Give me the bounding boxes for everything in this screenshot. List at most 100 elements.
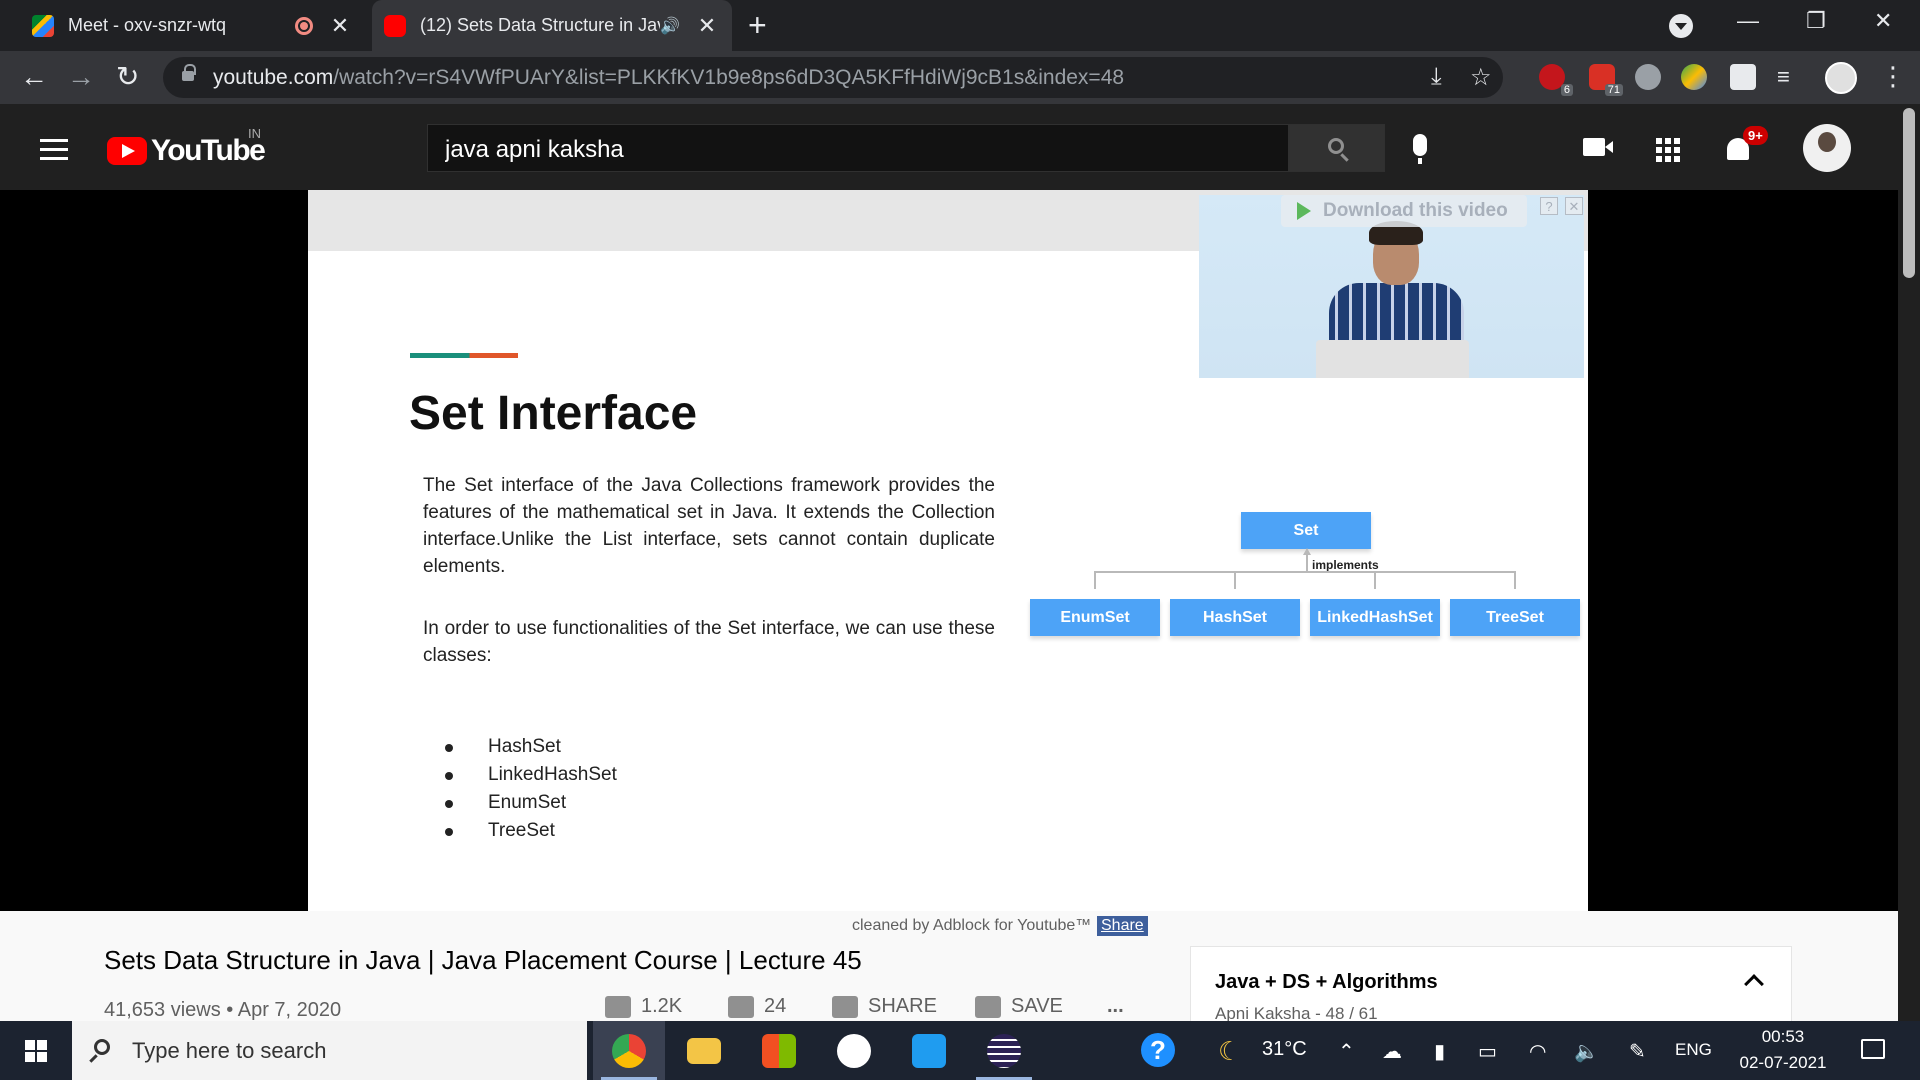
close-tab-icon[interactable]: ✕ — [327, 13, 353, 39]
input-language[interactable]: ENG — [1675, 1040, 1712, 1060]
video-player[interactable]: Set Interface The Set interface of the J… — [0, 190, 1898, 911]
clock-date[interactable]: 02-07-2021 — [1733, 1053, 1833, 1073]
thumbs-down-icon — [728, 995, 754, 1018]
list-item: TreeSet — [445, 817, 617, 845]
pdf-extension-icon[interactable]: 71 — [1589, 64, 1623, 96]
forward-arrow-icon[interactable]: → — [67, 62, 95, 92]
chrome-menu-icon[interactable]: ⋮ — [1880, 61, 1906, 92]
recording-icon — [295, 16, 313, 35]
diagram-node-treeset: TreeSet — [1450, 599, 1580, 636]
download-close-icon[interactable]: ✕ — [1565, 197, 1583, 215]
clock-time[interactable]: 00:53 — [1758, 1027, 1808, 1047]
dislike-button[interactable]: 24 — [728, 995, 786, 1018]
diagram-node-set: Set — [1241, 512, 1371, 549]
youtube-header: YouTube IN 9+ — [0, 104, 1898, 190]
extensions-puzzle-icon[interactable] — [1730, 64, 1756, 90]
color-extension-icon[interactable] — [1681, 64, 1707, 90]
chevron-up-icon[interactable] — [1744, 974, 1764, 994]
save-button[interactable]: SAVE — [975, 995, 1063, 1018]
url-text[interactable]: youtube.com/watch?v=rS4VWfPUArY&list=PLK… — [213, 66, 1124, 90]
vscode-icon — [912, 1033, 946, 1068]
weather-moon-icon[interactable]: ☾ — [1218, 1036, 1241, 1067]
youtube-logo[interactable]: YouTube — [107, 134, 266, 168]
store-taskbar-icon[interactable] — [743, 1021, 815, 1080]
file-explorer-taskbar-icon[interactable] — [668, 1021, 740, 1080]
diagram-arrow — [1303, 548, 1311, 555]
eclipse-taskbar-icon[interactable] — [968, 1021, 1040, 1080]
vscode-taskbar-icon[interactable] — [893, 1021, 965, 1080]
youtube-play-icon — [107, 137, 147, 165]
folder-icon — [687, 1037, 721, 1064]
reload-icon[interactable]: ↻ — [116, 62, 139, 92]
tab-youtube[interactable]: (12) Sets Data Structure in Java 🔊 ✕ — [372, 0, 732, 51]
more-actions-button[interactable]: ... — [1107, 995, 1124, 1018]
chrome-profile-avatar[interactable] — [1825, 62, 1857, 94]
download-help-icon[interactable]: ? — [1540, 197, 1558, 215]
volume-icon[interactable]: 🔈 — [1574, 1039, 1599, 1064]
diagram-connector — [1094, 571, 1516, 573]
chrome-icon — [612, 1033, 646, 1068]
search-input[interactable] — [445, 136, 1245, 164]
help-icon[interactable]: ? — [1141, 1033, 1175, 1067]
video-info-section: cleaned by Adblock for Youtube™ Share Se… — [0, 911, 1898, 1046]
media-queue-icon[interactable]: ≡ — [1777, 64, 1803, 90]
page-scrollbar[interactable] — [1898, 104, 1920, 1021]
address-bar[interactable]: youtube.com/watch?v=rS4VWfPUArY&list=PLK… — [163, 57, 1503, 98]
microphone-icon[interactable] — [1413, 134, 1427, 164]
install-app-icon[interactable]: ⤓ — [1431, 63, 1442, 91]
tab-meet[interactable]: Meet - oxv-snzr-wtq ✕ — [20, 0, 365, 51]
taskbar-search-box[interactable]: Type here to search — [72, 1021, 587, 1080]
adblock-share-link[interactable]: Share — [1097, 916, 1148, 936]
eclipse-icon — [987, 1033, 1021, 1068]
pen-icon[interactable]: ✎ — [1629, 1039, 1646, 1064]
show-hidden-icons-chevron-icon[interactable]: ⌃ — [1338, 1039, 1355, 1064]
taskbar-search-placeholder: Type here to search — [132, 1038, 327, 1063]
list-item: HashSet — [445, 733, 617, 761]
slide-accent-bar — [410, 353, 518, 358]
search-button[interactable] — [1289, 124, 1385, 172]
diagram-node-linkedhashset: LinkedHashSet — [1310, 599, 1440, 636]
apps-grid-icon[interactable] — [1656, 138, 1680, 162]
video-views-date: 41,653 views • Apr 7, 2020 — [104, 999, 342, 1021]
adblock-icon[interactable]: 6 — [1539, 64, 1573, 96]
diagram-connector — [1374, 571, 1376, 589]
diagram-connector — [1234, 571, 1236, 589]
onedrive-cloud-icon[interactable]: ☁ — [1382, 1039, 1402, 1064]
back-arrow-icon[interactable]: ← — [20, 62, 48, 92]
google-meet-icon — [32, 14, 54, 37]
minimize-window-icon[interactable]: — — [1737, 8, 1759, 34]
temperature[interactable]: 31°C — [1262, 1038, 1307, 1061]
list-item: EnumSet — [445, 789, 617, 817]
playlist-title: Java + DS + Algorithms — [1215, 971, 1438, 993]
search-box[interactable] — [427, 124, 1289, 172]
windows-start-icon[interactable] — [25, 1040, 47, 1062]
close-window-icon[interactable]: ✕ — [1874, 8, 1892, 34]
laptop-image — [1316, 340, 1469, 378]
cloud-extension-icon[interactable] — [1635, 64, 1661, 90]
slide-title: Set Interface — [409, 387, 698, 440]
wifi-icon[interactable]: ◠ — [1529, 1039, 1546, 1064]
microphone-tray-icon[interactable]: ▮ — [1434, 1039, 1445, 1064]
battery-icon[interactable]: ▭ — [1478, 1039, 1497, 1064]
close-tab-icon[interactable]: ✕ — [694, 13, 720, 39]
bookmark-star-icon[interactable]: ☆ — [1470, 63, 1492, 92]
new-tab-button[interactable]: + — [748, 8, 767, 42]
download-video-button[interactable]: Download this video — [1281, 195, 1527, 227]
tab-search-icon[interactable] — [1669, 14, 1693, 38]
video-title: Sets Data Structure in Java | Java Place… — [104, 945, 862, 975]
slide-paragraph: In order to use functionalities of the S… — [423, 618, 995, 666]
action-center-icon[interactable] — [1861, 1039, 1885, 1059]
hamburger-menu-icon[interactable] — [40, 139, 68, 166]
like-button[interactable]: 1.2K — [605, 995, 682, 1018]
app-taskbar-icon[interactable] — [818, 1021, 890, 1080]
share-button[interactable]: SHARE — [832, 995, 937, 1018]
avatar[interactable] — [1803, 124, 1851, 172]
audio-playing-icon[interactable]: 🔊 — [660, 16, 680, 36]
diagram-node-hashset: HashSet — [1170, 599, 1300, 636]
windows-taskbar: Type here to search ? ☾ 31°C ⌃ ☁ ▮ ▭ ◠ 🔈… — [0, 1021, 1920, 1080]
restore-window-icon[interactable]: ❐ — [1806, 8, 1826, 34]
chrome-taskbar-icon[interactable] — [593, 1021, 665, 1080]
scrollbar-thumb[interactable] — [1903, 108, 1915, 278]
slide-class-list: HashSet LinkedHashSet EnumSet TreeSet — [445, 733, 617, 845]
create-video-icon[interactable] — [1583, 138, 1613, 156]
